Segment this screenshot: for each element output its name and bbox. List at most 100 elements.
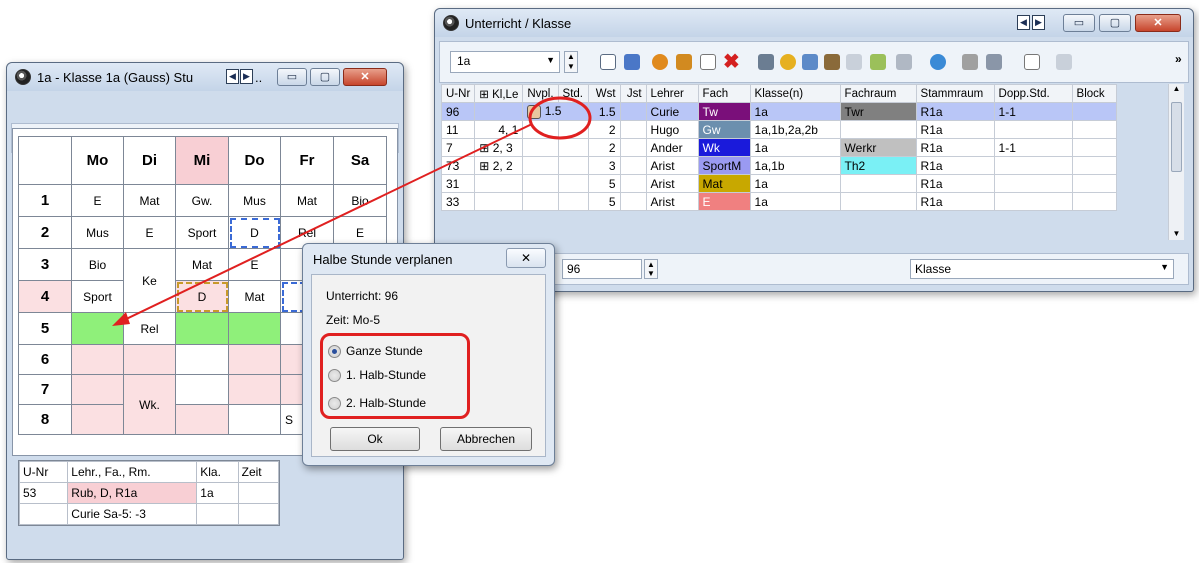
print-icon[interactable] [896,54,912,70]
lessons-scrollbar[interactable]: ▲ ▼ [1168,84,1184,240]
table-row[interactable]: 73 ⊞ 2, 2 3 Arist SportM 1a,1b Th2 R1a [440,156,1117,175]
unr-field[interactable]: 96 [562,259,642,279]
lesson-cell[interactable] [175,344,229,375]
table-row[interactable]: 31 5 Arist Mat 1a R1a [440,174,1117,193]
lesson-cell[interactable]: Bio [71,248,124,281]
scroll-down-icon[interactable]: ▼ [1169,229,1184,238]
sort-icon[interactable] [802,54,818,70]
expand-icon[interactable]: ⊞ [479,89,489,101]
column-header[interactable]: Dopp.Std. [993,84,1073,103]
minimize-button[interactable]: ▭ [1063,14,1095,32]
people-icon[interactable] [824,54,840,70]
column-header[interactable]: Lehrer [645,84,699,103]
radio-ganze-stunde-label[interactable]: Ganze Stunde [346,344,423,358]
table-row[interactable]: 33 5 Arist E 1a R1a [440,192,1117,211]
column-header[interactable]: Nvpl. [522,84,559,103]
delete-icon[interactable]: ✖ [723,49,740,74]
cancel-button[interactable]: Abbrechen [440,427,532,451]
expand-icon[interactable]: ⊞ [479,141,489,155]
drag-hand-icon[interactable] [527,104,542,119]
lesson-cell[interactable] [228,374,281,405]
gear-icon[interactable] [652,54,668,70]
column-header[interactable]: Stammraum [915,84,995,103]
radio-zweite-halbstunde-label[interactable]: 2. Halb-Stunde [346,396,426,410]
lesson-cell[interactable]: Ke [123,248,176,313]
maximize-button[interactable]: ▢ [1099,14,1131,32]
radio-erste-halbstunde[interactable] [328,369,341,382]
tools-icon[interactable] [986,54,1002,70]
dialog-close-button[interactable]: ✕ [506,248,546,268]
grid-icon[interactable] [600,54,616,70]
lesson-cell[interactable] [175,312,229,345]
radio-erste-halbstunde-label[interactable]: 1. Halb-Stunde [346,368,426,382]
unr-spinner[interactable]: ▲ ▼ [644,259,658,279]
lesson-cell[interactable]: D [228,216,281,249]
lesson-cell[interactable]: Mat [228,280,281,313]
toolbar-overflow-icon[interactable]: » [1175,52,1182,66]
lesson-cell[interactable] [123,344,176,375]
column-header[interactable]: Klasse(n) [749,84,841,103]
column-header[interactable]: Zeit [237,461,280,483]
column-header[interactable]: Block [1071,84,1117,103]
scroll-up-icon[interactable]: ▲ [1169,84,1184,93]
close-button[interactable]: ✕ [343,68,387,86]
column-header[interactable]: U-Nr [18,461,69,483]
clock-tool-icon[interactable] [780,54,796,70]
globe-icon[interactable] [930,54,946,70]
nav-prev-button[interactable]: ◀ [226,69,239,84]
lesson-cell[interactable] [228,344,281,375]
lesson-cell[interactable] [71,344,124,375]
lesson-cell[interactable] [71,404,124,435]
lesson-cell[interactable]: Bio [333,184,387,217]
lesson-cell[interactable]: E [71,184,124,217]
lesson-cell[interactable]: Rel [123,312,176,345]
lesson-cell[interactable]: E [228,248,281,281]
list-icon[interactable] [624,54,640,70]
maximize-button[interactable]: ▢ [310,68,340,86]
lesson-cell[interactable] [175,374,229,405]
table-row[interactable]: 11 4, 1 2 Hugo Gw 1a,1b,2a,2b R1a [440,120,1117,139]
nav-next-button[interactable]: ▶ [240,69,253,84]
ok-button[interactable]: Ok [330,427,420,451]
lesson-cell[interactable]: Mus [228,184,281,217]
lesson-cell[interactable]: E [123,216,176,249]
lessons-titlebar[interactable]: Unterricht / Klasse ◀ ▶ ▭ ▢ ✕ [435,9,1193,37]
view-select[interactable]: Klasse ▼ [910,259,1174,279]
lesson-cell[interactable] [228,312,281,345]
lesson-cell[interactable]: Gw. [175,184,229,217]
table-row[interactable]: Curie Sa-5: -3 [18,503,280,525]
minimize-button[interactable]: ▭ [277,68,307,86]
table-row[interactable]: 7 ⊞ 2, 3 2 Ander Wk 1a Werkr R1a 1-1 [440,138,1117,157]
column-header[interactable]: ⊞ Kl,Le [474,84,524,103]
lesson-cell[interactable]: Sport [71,280,124,313]
book-icon[interactable] [676,54,692,70]
lesson-cell[interactable]: Wk. [123,374,176,435]
filter-icon[interactable] [758,54,774,70]
radio-zweite-halbstunde[interactable] [328,397,341,410]
column-header[interactable]: Jst [619,84,647,103]
column-header[interactable]: Fach [697,84,751,103]
new-icon[interactable] [700,54,716,70]
lesson-cell[interactable]: D [175,280,229,313]
lesson-cell[interactable] [71,374,124,405]
nav-prev-button[interactable]: ◀ [1017,15,1030,30]
lesson-cell[interactable]: Sport [175,216,229,249]
nvpl-cell[interactable]: 1.5 [522,102,589,121]
column-header[interactable]: Lehr., Fa., Rm. [67,461,198,483]
lesson-cell[interactable]: Mat [280,184,334,217]
scroll-thumb[interactable] [1171,102,1182,172]
class-spinner[interactable]: ▲ ▼ [564,51,578,73]
expand-icon[interactable]: ⊞ [479,159,489,173]
radio-ganze-stunde[interactable] [328,345,341,358]
timetable-titlebar[interactable]: 1a - Klasse 1a (Gauss) Stu ◀ ▶ .. ▭ ▢ ✕ [7,63,403,91]
link-icon[interactable] [962,54,978,70]
calendar-icon[interactable] [1024,54,1040,70]
palette-icon[interactable] [870,54,886,70]
column-header[interactable]: Fachraum [839,84,917,103]
column-header[interactable]: U-Nr [440,84,476,103]
lesson-cell[interactable] [175,404,229,435]
lesson-cell[interactable]: Mat [175,248,229,281]
keyboard-icon[interactable] [846,54,862,70]
class-select[interactable]: 1a ▼ [450,51,560,73]
table-row-selected[interactable]: 96 1.5 1.5 Curie Tw 1a Twr R1a 1-1 [440,102,1117,121]
